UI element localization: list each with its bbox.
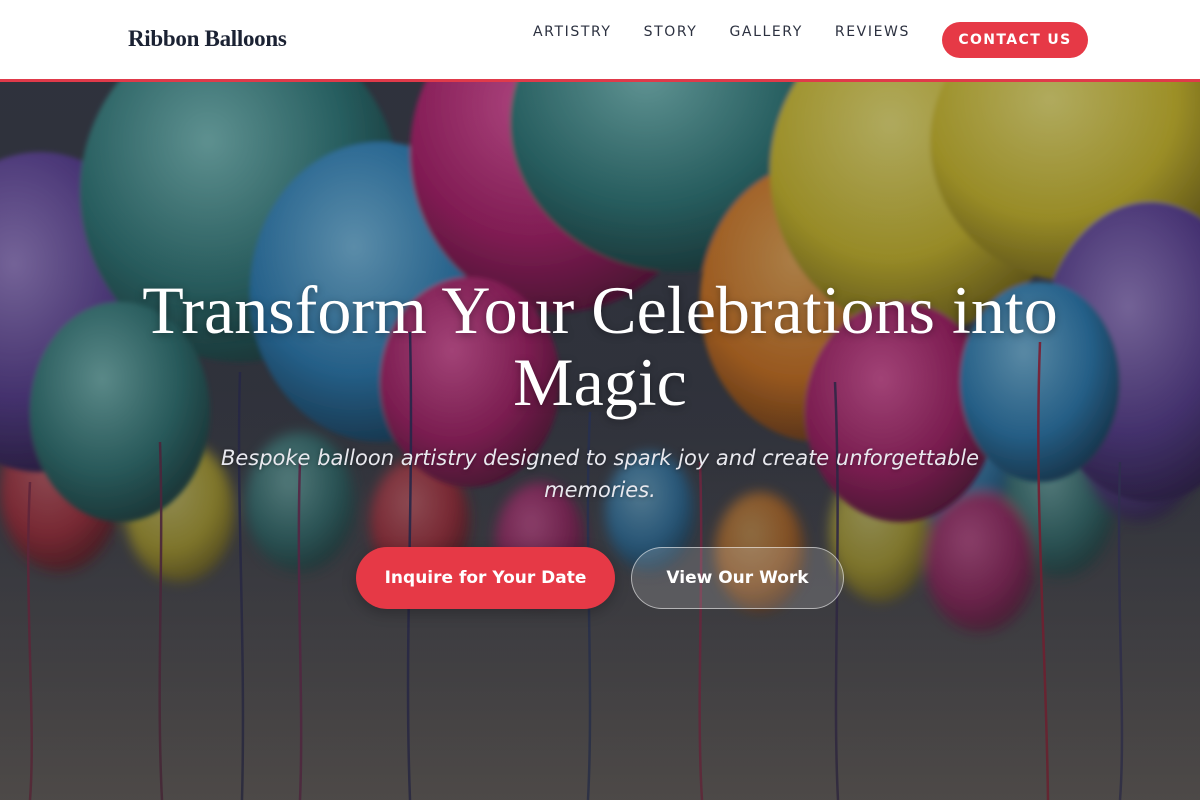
hero-dark-overlay xyxy=(0,82,1200,800)
nav-link-reviews[interactable]: REVIEWS xyxy=(835,22,910,42)
nav-link-gallery[interactable]: GALLERY xyxy=(729,22,802,42)
contact-us-button[interactable]: CONTACT US xyxy=(942,22,1088,58)
hero-section: Transform Your Celebrations into Magic B… xyxy=(0,82,1200,800)
nav-link-artistry[interactable]: ARTISTRY xyxy=(533,22,612,42)
top-navbar: Ribbon Balloons ARTISTRY STORY GALLERY R… xyxy=(0,0,1200,82)
hero-title: Transform Your Celebrations into Magic xyxy=(142,272,1058,420)
hero-subtitle: Bespoke balloon artistry designed to spa… xyxy=(220,446,980,502)
nav-link-story[interactable]: STORY xyxy=(644,22,698,42)
main-nav: ARTISTRY STORY GALLERY REVIEWS xyxy=(533,22,910,42)
view-work-button[interactable]: View Our Work xyxy=(631,547,844,609)
brand-logo[interactable]: Ribbon Balloons xyxy=(128,26,287,52)
inquire-button[interactable]: Inquire for Your Date xyxy=(356,547,615,609)
